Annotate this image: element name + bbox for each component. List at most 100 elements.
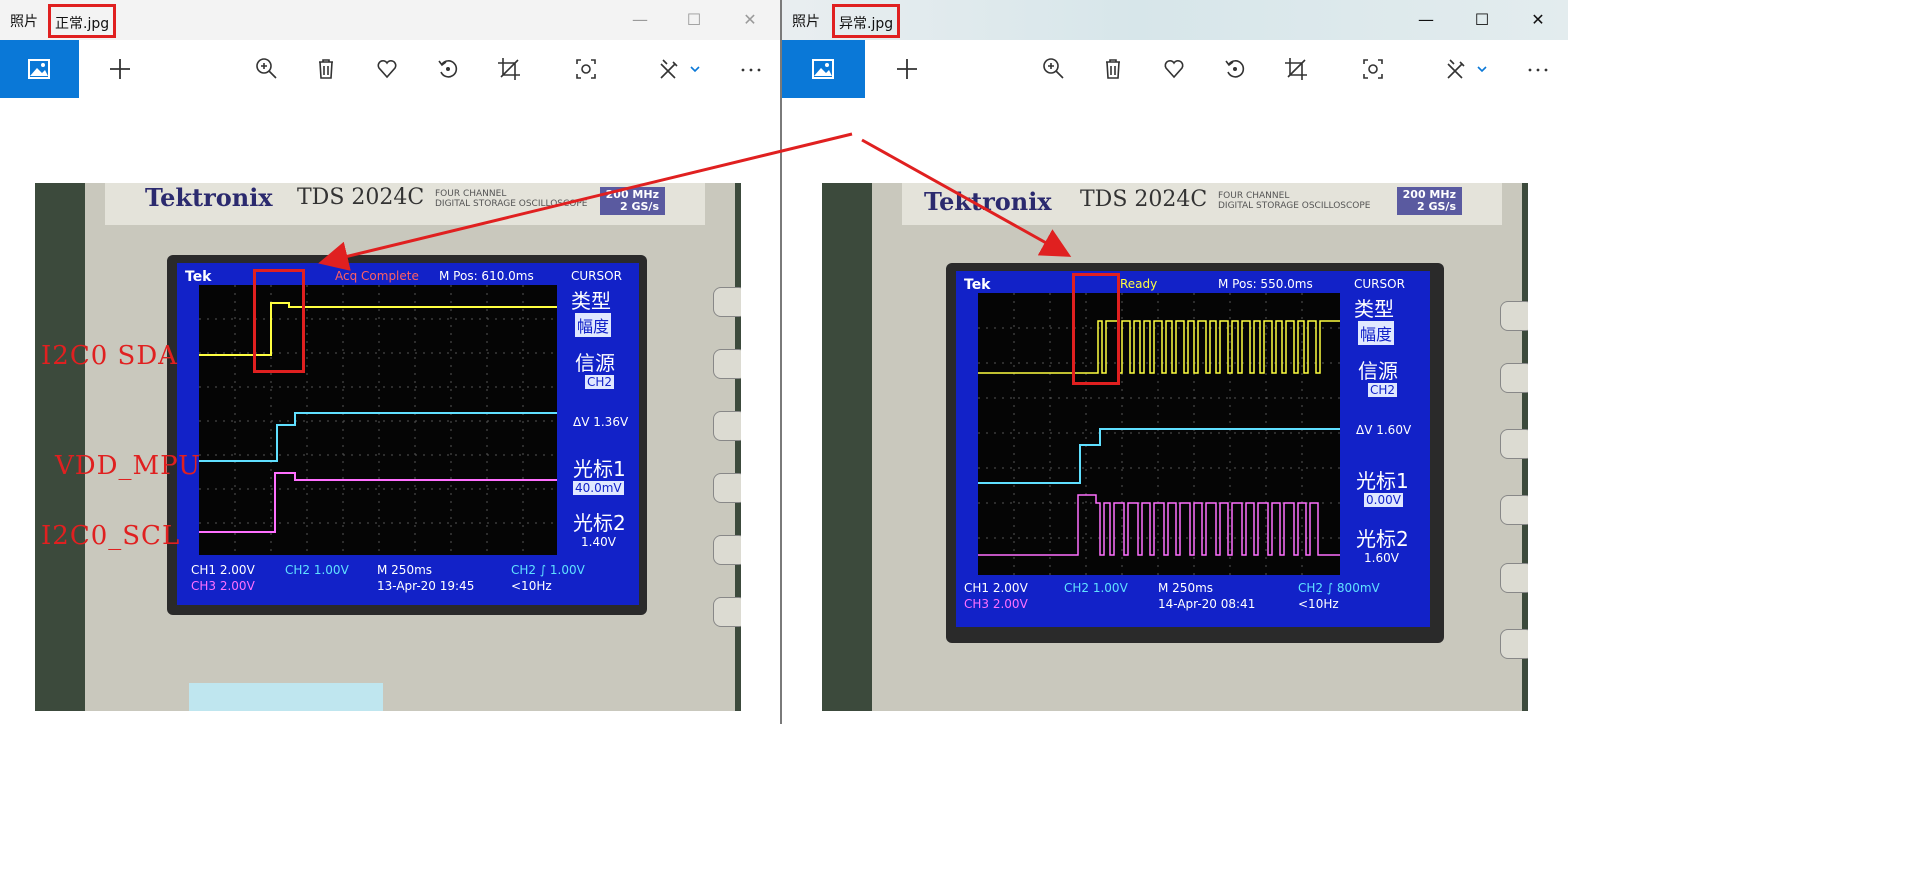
scope-screen: Tek Ready M Pos: 550.0ms CURSOR 类型 幅度 信源… <box>956 271 1430 627</box>
more-icon <box>1528 68 1548 72</box>
maximize-button[interactable]: ☐ <box>1468 8 1496 32</box>
minimize-button[interactable]: — <box>626 8 654 32</box>
add-button[interactable] <box>892 54 922 84</box>
favorite-icon <box>1164 59 1184 79</box>
cursor2-value: 1.60V <box>1364 551 1399 565</box>
app-title: 照片 <box>10 14 38 30</box>
delete-button[interactable] <box>311 54 341 84</box>
edit-icon <box>1447 59 1487 79</box>
scope-screen: Tek Acq Complete M Pos: 610.0ms CURSOR 类… <box>177 263 639 605</box>
more-button[interactable] <box>1523 54 1553 84</box>
delta-v-readout: ΔV 1.60V <box>1356 423 1412 437</box>
cursor1-label: 光标1 <box>573 457 626 481</box>
view-image-icon <box>812 59 834 79</box>
ch2-scale: CH2 1.00V <box>285 563 349 577</box>
minimize-button[interactable]: — <box>1412 8 1440 32</box>
cursor-type-value: 幅度 <box>1358 321 1395 345</box>
cursor-type-label: 类型 <box>571 289 611 313</box>
cursor-type-value: 幅度 <box>575 313 612 337</box>
favorite-button[interactable] <box>1159 54 1189 84</box>
sticky-note <box>189 683 383 711</box>
zoom-in-button[interactable] <box>1038 54 1068 84</box>
title-bar[interactable]: 照片 异常.jpg — ☐ ✕ <box>782 0 1568 40</box>
waveforms <box>978 293 1340 575</box>
photos-window-normal: 照片 正常.jpg — ☐ ✕ Tektronix TDS 2024C FOUR… <box>0 0 780 724</box>
close-button[interactable]: ✕ <box>736 8 764 32</box>
title-bar[interactable]: 照片 正常.jpg — ☐ ✕ <box>0 0 780 40</box>
favorite-button[interactable] <box>372 54 402 84</box>
frequency-readout: <10Hz <box>1298 597 1339 611</box>
softkey <box>713 411 741 441</box>
screen-bezel: Tek Acq Complete M Pos: 610.0ms CURSOR 类… <box>167 255 647 615</box>
edit-create-button[interactable] <box>655 54 705 84</box>
softkey <box>1500 563 1528 593</box>
softkey <box>713 287 741 317</box>
source-label: 信源 <box>575 351 615 375</box>
cursor1-value: 40.0mV <box>573 481 624 495</box>
acq-status: Acq Complete <box>335 269 419 283</box>
source-value: CH2 <box>585 375 615 389</box>
maximize-button[interactable]: ☐ <box>680 8 708 32</box>
tek-logo: Tek <box>185 269 212 285</box>
ch1-scale: CH1 2.00V <box>191 563 255 577</box>
m-pos-readout: M Pos: 610.0ms <box>439 269 534 283</box>
edit-icon <box>660 59 700 79</box>
cursor1-value: 0.00V <box>1364 493 1403 507</box>
add-button[interactable] <box>105 54 135 84</box>
bandwidth-badge: 200 MHz 2 GS/s <box>1396 187 1462 215</box>
softkey <box>1500 363 1528 393</box>
file-name: 异常.jpg <box>832 4 901 38</box>
timebase-readout: M 250ms <box>377 563 433 577</box>
ch2-scale: CH2 1.00V <box>1064 581 1128 595</box>
frequency-readout: <10Hz <box>511 579 552 593</box>
menu-title: CURSOR <box>571 269 622 283</box>
delete-button[interactable] <box>1098 54 1128 84</box>
bandwidth-badge: 200 MHz 2 GS/s <box>599 187 665 215</box>
enhance-button[interactable] <box>571 54 601 84</box>
zoom-in-button[interactable] <box>251 54 281 84</box>
enhance-button[interactable] <box>1358 54 1388 84</box>
rotate-button[interactable] <box>433 54 463 84</box>
crop-button[interactable] <box>1281 54 1311 84</box>
rotate-icon <box>438 60 458 78</box>
add-icon <box>897 59 917 79</box>
brand-label: Tektronix <box>924 187 1052 216</box>
file-name: 正常.jpg <box>48 4 117 38</box>
ch3-scale: CH3 2.00V <box>964 597 1028 611</box>
softkey <box>1500 429 1528 459</box>
view-image-icon <box>28 59 50 79</box>
cursor1-label: 光标1 <box>1356 469 1409 493</box>
highlight-box <box>1072 273 1120 385</box>
cursor-type-label: 类型 <box>1354 297 1394 321</box>
more-button[interactable] <box>736 54 766 84</box>
waveform-grid <box>978 293 1340 575</box>
ch1-scale: CH1 2.00V <box>964 581 1028 595</box>
view-image-button[interactable] <box>782 40 865 98</box>
crop-icon <box>1285 58 1307 80</box>
softkey <box>713 473 741 503</box>
rotate-button[interactable] <box>1220 54 1250 84</box>
app-title: 照片 <box>792 14 820 30</box>
acq-status: Ready <box>1120 277 1158 291</box>
timebase-readout: M 250ms <box>1158 581 1214 595</box>
view-image-button[interactable] <box>0 40 79 98</box>
model-subtitle: FOUR CHANNEL DIGITAL STORAGE OSCILLOSCOP… <box>435 189 588 209</box>
close-button[interactable]: ✕ <box>1524 8 1552 32</box>
rotate-icon <box>1225 60 1245 78</box>
zoom-in-icon <box>256 58 277 79</box>
cursor2-label: 光标2 <box>1356 527 1409 551</box>
image-viewer: Tektronix TDS 2024C FOUR CHANNEL DIGITAL… <box>782 98 1568 724</box>
softkey <box>713 349 741 379</box>
brand-label: Tektronix <box>145 183 273 212</box>
screen-bezel: Tek Ready M Pos: 550.0ms CURSOR 类型 幅度 信源… <box>946 263 1444 643</box>
edit-create-button[interactable] <box>1442 54 1492 84</box>
crop-button[interactable] <box>494 54 524 84</box>
delete-icon <box>319 59 333 79</box>
oscilloscope-photo: Tektronix TDS 2024C FOUR CHANNEL DIGITAL… <box>822 183 1528 711</box>
softkey <box>1500 629 1528 659</box>
m-pos-readout: M Pos: 550.0ms <box>1218 277 1313 291</box>
enhance-icon <box>1363 59 1383 79</box>
tek-logo: Tek <box>964 277 991 293</box>
softkey <box>713 597 741 627</box>
scope-header: Tektronix TDS 2024C FOUR CHANNEL DIGITAL… <box>902 183 1502 225</box>
